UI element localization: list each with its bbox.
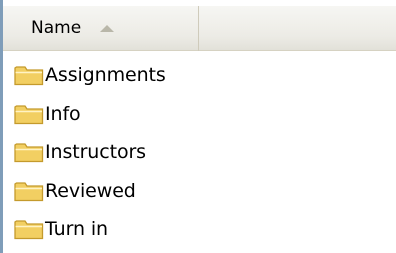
list-item-reviewed[interactable]: Reviewed [14, 172, 384, 211]
folder-icon [14, 218, 44, 240]
sort-ascending-icon [100, 25, 114, 32]
list-item-instructors[interactable]: Instructors [14, 133, 384, 172]
list-item-label: Reviewed [45, 179, 136, 202]
column-header-bar: Name [3, 6, 396, 51]
list-item-label: Assignments [45, 64, 166, 87]
file-list-pane: Name Assignments Info Instructors Review… [0, 0, 396, 253]
name-column-label: Name [31, 18, 82, 38]
list-item-label: Instructors [45, 141, 146, 164]
list-item-turn-in[interactable]: Turn in [14, 210, 384, 249]
folder-list: Assignments Info Instructors Reviewed Tu… [14, 56, 384, 249]
folder-icon [14, 180, 44, 202]
list-item-info[interactable]: Info [14, 95, 384, 134]
list-item-label: Turn in [45, 218, 108, 241]
folder-icon [14, 103, 44, 125]
name-column-header[interactable]: Name [3, 6, 199, 51]
folder-icon [14, 141, 44, 163]
list-item-assignments[interactable]: Assignments [14, 56, 384, 95]
list-item-label: Info [45, 102, 81, 125]
folder-icon [14, 64, 44, 86]
